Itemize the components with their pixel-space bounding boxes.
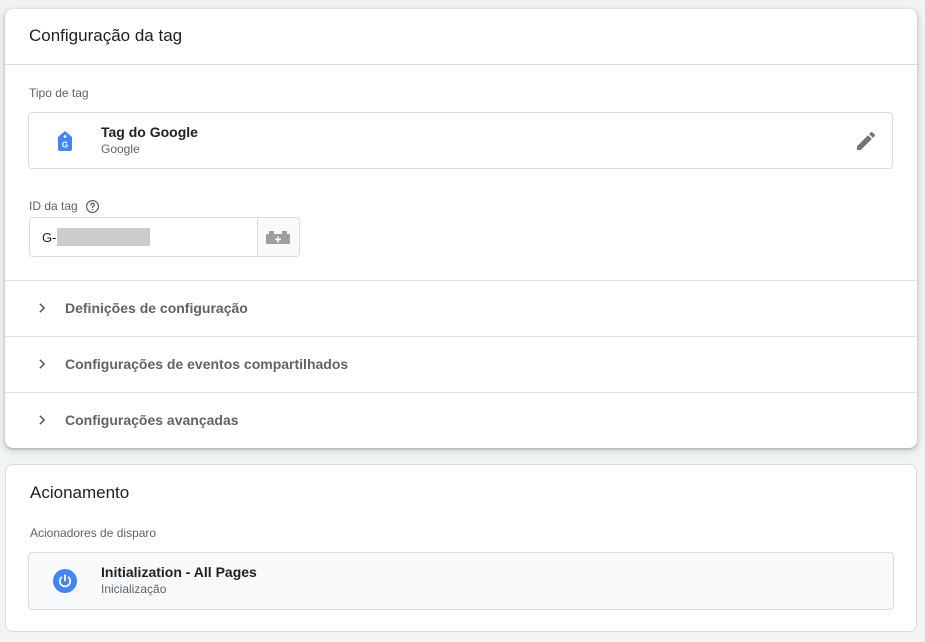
chevron-right-icon	[39, 359, 46, 369]
triggering-title: Acionamento	[30, 483, 130, 502]
tag-type-box[interactable]: G Tag do Google Google	[28, 112, 893, 169]
config-settings-section[interactable]: Definições de configuração	[5, 280, 917, 336]
help-icon[interactable]	[85, 199, 100, 214]
tag-type-name: Tag do Google	[101, 124, 198, 140]
variable-brick-icon	[266, 231, 290, 244]
tag-config-title: Configuração da tag	[29, 26, 183, 45]
trigger-type: Inicialização	[101, 582, 167, 596]
svg-text:G: G	[62, 141, 68, 150]
trigger-name: Initialization - All Pages	[101, 564, 257, 580]
triggering-card: Acionamento Acionadores de disparo Initi…	[5, 464, 917, 632]
power-icon	[53, 569, 77, 593]
tag-id-field[interactable]	[29, 217, 300, 257]
title-divider	[5, 64, 917, 65]
tag-id-label: ID da tag	[29, 199, 78, 213]
advanced-settings-section[interactable]: Configurações avançadas	[5, 392, 917, 448]
section-label: Definições de configuração	[65, 300, 248, 316]
insert-variable-button[interactable]	[257, 218, 299, 256]
tag-type-label: Tipo de tag	[29, 86, 89, 100]
chevron-right-icon	[39, 303, 46, 313]
section-label: Configurações de eventos compartilhados	[65, 356, 349, 372]
shared-event-settings-section[interactable]: Configurações de eventos compartilhados	[5, 336, 917, 392]
tag-id-label-row: ID da tag	[29, 197, 100, 215]
section-label: Configurações avançadas	[65, 412, 239, 428]
edit-pencil-icon[interactable]	[854, 129, 878, 153]
google-tag-icon: G	[58, 131, 72, 151]
chevron-right-icon	[39, 415, 46, 425]
tag-type-provider: Google	[101, 142, 140, 156]
tag-id-redacted	[57, 228, 150, 246]
firing-triggers-label: Acionadores de disparo	[30, 526, 157, 540]
tag-config-card: Configuração da tag Tipo de tag G Tag do…	[5, 9, 917, 448]
trigger-item[interactable]: Initialization - All Pages Inicialização	[28, 552, 894, 610]
